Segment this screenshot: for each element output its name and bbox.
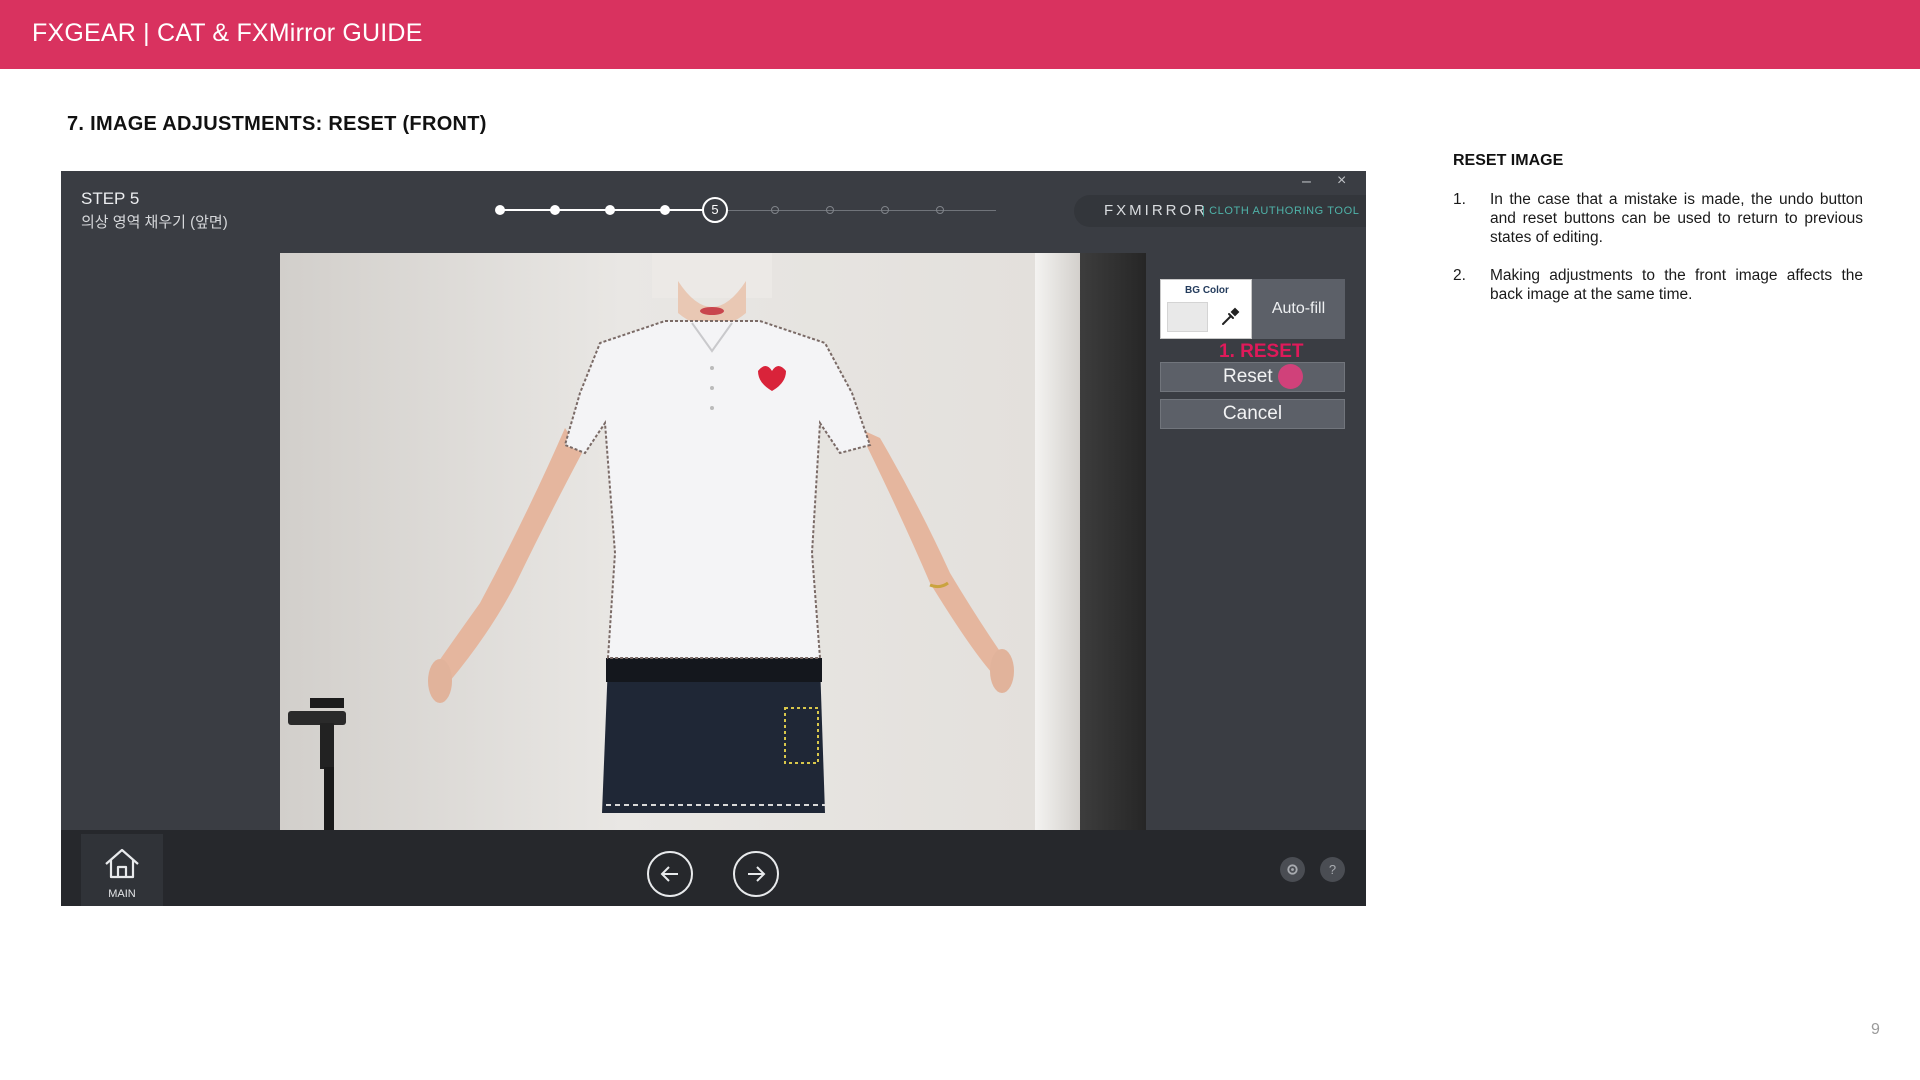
sidebar-item: 2. Making adjustments to the front image… (1453, 266, 1863, 304)
banner-title: FXGEAR | CAT & FXMirror GUIDE (32, 19, 423, 47)
minimize-button[interactable]: – (1302, 173, 1311, 191)
progress-dot-9 (936, 206, 944, 214)
bg-color-panel: BG Color (1160, 279, 1252, 339)
click-marker (1278, 364, 1303, 389)
progress-dot-4[interactable] (660, 205, 670, 215)
progress-dot-1[interactable] (495, 205, 505, 215)
step-title: STEP 5 (81, 189, 140, 208)
main-button[interactable]: MAIN (81, 834, 163, 906)
progress-dot-8 (881, 206, 889, 214)
progress-dot-3[interactable] (605, 205, 615, 215)
close-button[interactable]: × (1337, 172, 1346, 190)
bg-color-label: BG Color (1185, 285, 1229, 296)
step-subtitle: 의상 영역 채우기 (앞면) (81, 214, 228, 231)
reset-button-label: Reset (1223, 366, 1273, 387)
section-title: 7. IMAGE ADJUSTMENTS: RESET (FRONT) (67, 113, 487, 135)
model-figure-image (428, 253, 1014, 813)
sidebar-item-number: 1. (1453, 191, 1466, 208)
main-label: MAIN (108, 888, 136, 900)
reset-button[interactable]: Reset (1160, 362, 1345, 392)
home-icon (105, 848, 139, 879)
sidebar-item-text: In the case that a mistake is made, the … (1490, 191, 1863, 246)
progress-dot-7 (826, 206, 834, 214)
gear-icon (1287, 864, 1298, 875)
progress-dot-6 (771, 206, 779, 214)
progress-dot-2[interactable] (550, 205, 560, 215)
sidebar-heading: RESET IMAGE (1453, 152, 1564, 169)
help-button[interactable]: ? (1320, 857, 1345, 882)
brand-name: FXMIRROR (1104, 202, 1208, 219)
brand-logo: FXMIRROR | CLOTH AUTHORING TOOL (1074, 195, 1366, 227)
sidebar-item-text: Making adjustments to the front image af… (1490, 267, 1863, 303)
progress-line-todo (728, 210, 996, 211)
app-window: – × STEP 5 의상 영역 채우기 (앞면) 5 FXMIRROR | C… (61, 171, 1366, 906)
settings-button[interactable] (1280, 857, 1305, 882)
sidebar-item-number: 2. (1453, 267, 1466, 284)
garment-photo[interactable] (280, 253, 1146, 830)
back-button[interactable] (647, 851, 693, 897)
sidebar-item: 1. In the case that a mistake is made, t… (1453, 190, 1863, 247)
cancel-button[interactable]: Cancel (1160, 399, 1345, 429)
page-number: 9 (1871, 1021, 1880, 1038)
next-button[interactable] (733, 851, 779, 897)
autofill-button[interactable]: Auto-fill (1252, 279, 1345, 339)
eyedropper-icon[interactable] (1219, 306, 1241, 328)
brand-tool-label: | CLOTH AUTHORING TOOL (1202, 205, 1360, 217)
bg-color-swatch[interactable] (1167, 302, 1208, 332)
step-progress: 5 (495, 195, 1000, 225)
bottom-bar: MAIN ? (61, 830, 1366, 906)
arrow-right-icon (748, 866, 766, 882)
progress-line-done (500, 209, 705, 211)
progress-current-step[interactable]: 5 (702, 197, 728, 223)
top-banner: FXGEAR | CAT & FXMirror GUIDE (0, 0, 1920, 69)
sidebar-list: 1. In the case that a mistake is made, t… (1453, 190, 1863, 323)
reset-annotation: 1. RESET (1219, 341, 1304, 362)
arrow-left-icon (660, 866, 678, 882)
